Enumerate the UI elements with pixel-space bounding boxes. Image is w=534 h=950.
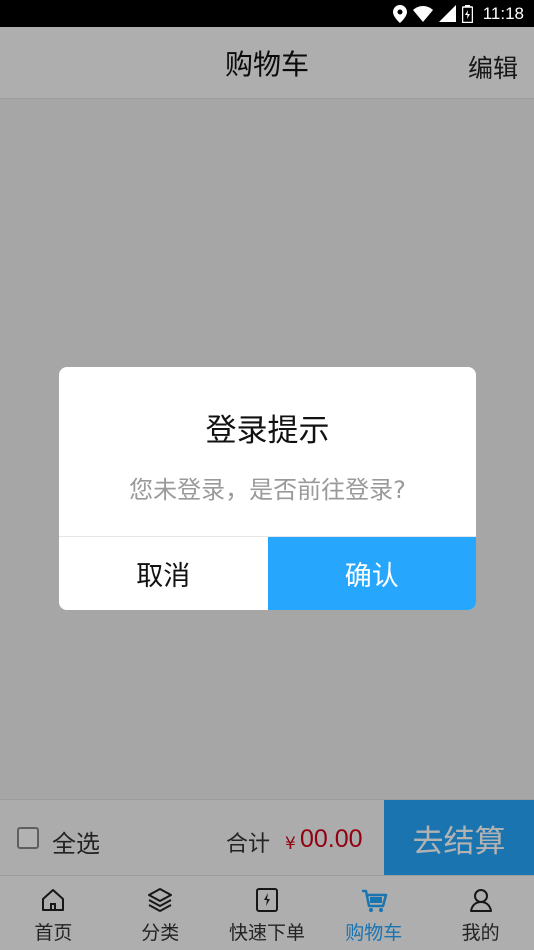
wifi-icon (412, 5, 433, 22)
status-bar: 11:18 (0, 0, 534, 27)
dialog-buttons: 取消 确认 (59, 537, 476, 610)
dialog-title: 登录提示 (205, 413, 330, 449)
location-icon (392, 4, 407, 23)
login-prompt-dialog: 登录提示 您未登录，是否前往登录? 取消 确认 (59, 367, 476, 610)
cancel-button[interactable]: 取消 (59, 537, 268, 610)
confirm-button[interactable]: 确认 (267, 537, 476, 610)
signal-icon (438, 5, 456, 22)
battery-icon (461, 4, 473, 23)
status-time: 11:18 (482, 3, 524, 23)
dialog-message: 您未登录，是否前往登录? (129, 476, 406, 504)
screen: 11:18 购物车 编辑 全选 合计 ¥ 00.00 去结算 首页 分类 快速下… (0, 0, 534, 950)
